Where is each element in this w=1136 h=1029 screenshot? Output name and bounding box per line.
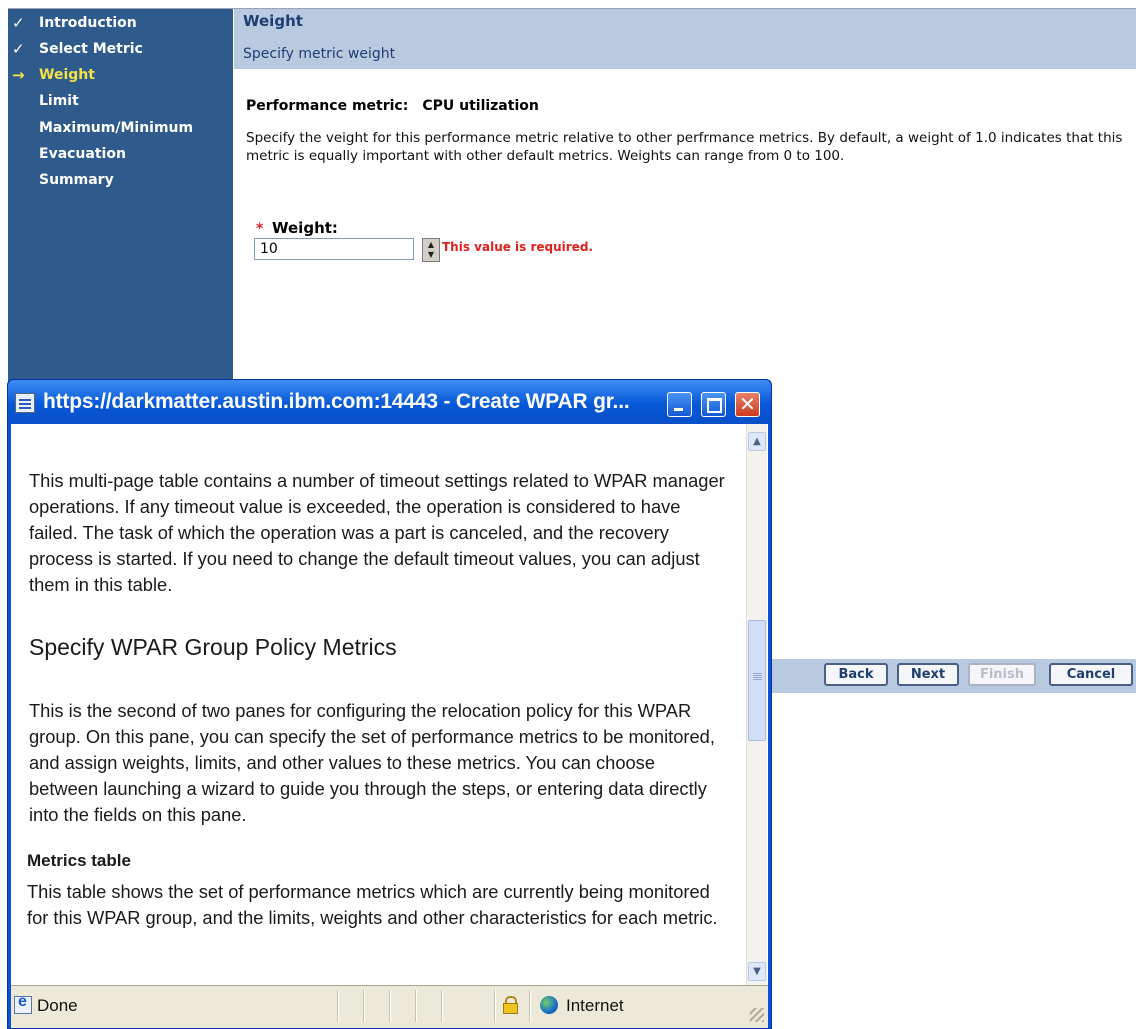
next-button[interactable]: Next: [897, 663, 959, 686]
help-popup-window: https://darkmatter.austin.ibm.com:14443 …: [7, 379, 772, 1029]
performance-metric-line: Performance metric: CPU utilization: [246, 98, 539, 114]
nav-step-label: Summary: [39, 172, 114, 188]
checkmark-icon: ✓: [12, 40, 25, 58]
weight-description: Specify the veight for this performance …: [246, 130, 1123, 164]
help-paragraph: This table shows the set of performance …: [27, 881, 718, 928]
weight-input[interactable]: [254, 238, 414, 260]
help-paragraph: This is the second of two panes for conf…: [29, 700, 715, 825]
popup-client-area: This multi-page table contains a number …: [11, 424, 768, 1028]
weight-label: Weight:: [272, 219, 338, 237]
nav-step-label: Weight: [39, 67, 95, 83]
performance-metric-label: Performance metric:: [246, 98, 409, 114]
nav-step-label: Limit: [39, 93, 79, 109]
nav-step-label: Introduction: [39, 15, 137, 31]
scrollbar-thumb[interactable]: [748, 620, 766, 741]
performance-metric-value: CPU utilization: [422, 98, 539, 114]
status-divider: [415, 990, 417, 1022]
weight-error-message: This value is required.: [442, 240, 593, 254]
nav-step-maximum-minimum[interactable]: Maximum/Minimum: [8, 116, 233, 140]
globe-icon: [540, 996, 558, 1014]
resize-grip-icon[interactable]: [750, 1008, 764, 1022]
nav-step-introduction[interactable]: ✓ Introduction: [8, 11, 233, 35]
back-button[interactable]: Back: [824, 663, 888, 686]
cancel-button[interactable]: Cancel: [1049, 663, 1133, 686]
checkmark-icon: ✓: [12, 14, 25, 32]
spinner-up-icon[interactable]: ▲: [425, 240, 437, 249]
nav-step-limit[interactable]: Limit: [8, 89, 233, 113]
nav-step-select-metric[interactable]: ✓ Select Metric: [8, 37, 233, 61]
nav-step-evacuation[interactable]: Evacuation: [8, 142, 233, 166]
security-zone: Internet: [566, 996, 624, 1015]
popup-title: https://darkmatter.austin.ibm.com:14443 …: [43, 390, 630, 413]
help-paragraph: This multi-page table contains a number …: [29, 470, 725, 595]
status-bar: Done Internet: [11, 985, 768, 1028]
lock-icon: [502, 996, 519, 1014]
thumb-grip-icon: [753, 673, 762, 674]
nav-step-weight[interactable]: → Weight: [8, 63, 233, 87]
minimize-button[interactable]: [667, 392, 692, 417]
help-content: This multi-page table contains a number …: [11, 424, 746, 985]
scroll-down-icon[interactable]: ▼: [748, 962, 766, 981]
status-text: Done: [37, 996, 78, 1015]
close-button[interactable]: ✕: [735, 392, 760, 417]
help-subheading: Metrics table: [27, 851, 131, 870]
nav-step-label: Select Metric: [39, 41, 143, 57]
required-marker: *: [256, 221, 264, 237]
page-done-icon: [14, 993, 32, 1014]
wizard-title: Weight: [243, 12, 303, 30]
nav-step-summary[interactable]: Summary: [8, 168, 233, 192]
maximize-button[interactable]: [701, 392, 726, 417]
finish-button[interactable]: Finish: [968, 663, 1036, 686]
nav-step-label: Maximum/Minimum: [39, 120, 194, 136]
status-divider: [441, 990, 443, 1022]
weight-spinner[interactable]: ▲ ▼: [422, 238, 440, 262]
help-heading: Specify WPAR Group Policy Metrics: [29, 634, 397, 660]
arrow-right-icon: →: [12, 66, 25, 84]
nav-step-label: Evacuation: [39, 146, 126, 162]
page-icon: [15, 393, 35, 413]
wizard-steps-nav: ✓ Introduction ✓ Select Metric → Weight …: [8, 9, 233, 389]
status-divider: [363, 990, 365, 1022]
status-divider: [494, 990, 496, 1022]
vertical-scrollbar[interactable]: ▲ ▼: [746, 424, 767, 985]
scroll-up-icon[interactable]: ▲: [748, 432, 766, 451]
status-divider: [529, 990, 531, 1022]
spinner-down-icon[interactable]: ▼: [425, 250, 437, 259]
wizard-header: Weight Specify metric weight: [234, 9, 1136, 69]
popup-title-bar[interactable]: https://darkmatter.austin.ibm.com:14443 …: [8, 380, 771, 424]
status-divider: [337, 990, 339, 1022]
wizard-subtitle: Specify metric weight: [243, 46, 396, 62]
status-divider: [389, 990, 391, 1022]
